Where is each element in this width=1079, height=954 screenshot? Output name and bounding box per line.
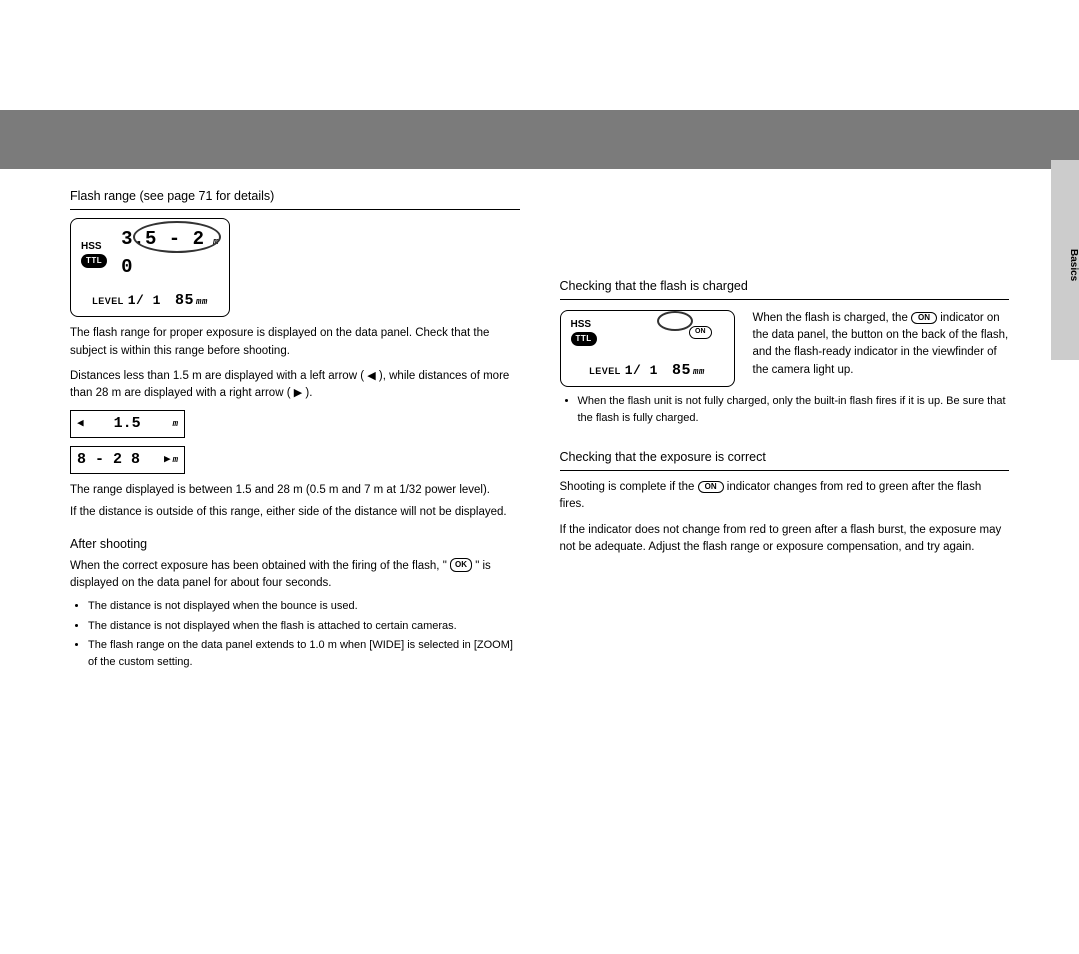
side-tab-basics: Basics [1051, 160, 1079, 360]
flash-range-para2: Distances less than 1.5 m are displayed … [70, 368, 520, 403]
lcd-level-label-2: LEVEL [589, 365, 621, 379]
ok-badge: OK [450, 558, 472, 572]
max-distance-unit: m [173, 454, 178, 468]
after-p1a: When the correct exposure has been obtai… [70, 560, 447, 572]
left-arrow-icon: ◀ [367, 370, 375, 382]
lcd-charged: HSS TTL ON LEVEL 1/ 1 85mm [560, 310, 735, 388]
ttl-badge: TTL [81, 254, 107, 268]
flash-range-para1: The flash range for proper exposure is d… [70, 325, 520, 360]
header-band [0, 110, 1079, 169]
circle-highlight-on [657, 311, 693, 331]
lcd-zoom-unit: mm [196, 296, 208, 310]
charged-para: When the flash is charged, the ON indica… [753, 310, 1010, 379]
lcd-ratio: 1/ 1 [128, 291, 161, 311]
para2-c: ). [305, 387, 312, 399]
hss-label-2: HSS [571, 317, 592, 332]
charged-heading: Checking that the flash is charged [560, 277, 1010, 300]
ttl-badge-2: TTL [571, 332, 597, 346]
after-shooting-heading: After shooting [70, 535, 520, 554]
lcd-zoom: 85 [175, 290, 194, 313]
right-arrow-icon: ▶ [164, 452, 171, 469]
lcd-ratio-2: 1/ 1 [625, 361, 658, 381]
min-distance-unit: m [173, 418, 178, 432]
circle-highlight-range [133, 221, 221, 253]
right-arrow-icon: ▶ [294, 387, 302, 399]
on-badge-inline-1: ON [911, 312, 937, 324]
lcd-max-distance: 8 - 2 8 ▶m [70, 446, 185, 474]
max-distance-value: 8 - 2 8 [77, 449, 140, 472]
lcd-zoom-2: 85 [672, 360, 691, 383]
page-content: Flash range (see page 71 for details) HS… [0, 169, 1079, 713]
range-bullet-3: The flash range on the data panel extend… [88, 637, 520, 670]
on-badge-inline-2: ON [698, 481, 724, 493]
min-distance-value: 1.5 [114, 413, 141, 436]
range-bullet-1: The distance is not displayed when the b… [88, 598, 520, 615]
lcd-zoom-unit-2: mm [693, 366, 705, 380]
exposure-para1: Shooting is complete if the ON indicator… [560, 479, 1010, 514]
range-bullet-list: The distance is not displayed when the b… [70, 598, 520, 670]
charged-p1a: When the flash is charged, the [753, 312, 912, 324]
hss-label: HSS [81, 239, 102, 254]
range-bullet-2: The distance is not displayed when the f… [88, 618, 520, 635]
range-note-2: If the distance is outside of this range… [70, 504, 520, 521]
exposure-p1a: Shooting is complete if the [560, 481, 698, 493]
para2-a: Distances less than 1.5 m are displayed … [70, 370, 364, 382]
lcd-flash-range: HSS TTL 3.5 - 2 0 m LEVEL 1/ 1 85mm [70, 218, 230, 318]
exposure-heading: Checking that the exposure is correct [560, 448, 1010, 471]
lcd-min-distance: ◀ 1.5 m [70, 410, 185, 438]
after-shooting-para: When the correct exposure has been obtai… [70, 558, 520, 593]
right-column: Checking that the flash is charged HSS T… [540, 169, 1030, 673]
exposure-para2: If the indicator does not change from re… [560, 522, 1010, 557]
charged-bullet-1: When the flash unit is not fully charged… [578, 393, 1010, 426]
range-note-1: The range displayed is between 1.5 and 2… [70, 482, 520, 499]
flash-range-heading: Flash range (see page 71 for details) [70, 187, 520, 210]
side-tab-label: Basics [1067, 239, 1079, 281]
left-column: Flash range (see page 71 for details) HS… [50, 169, 540, 673]
lcd-level-label: LEVEL [92, 295, 124, 309]
on-indicator-lcd: ON [689, 326, 712, 339]
charged-bullet-list: When the flash unit is not fully charged… [560, 393, 1010, 426]
left-arrow-icon: ◀ [77, 416, 84, 433]
